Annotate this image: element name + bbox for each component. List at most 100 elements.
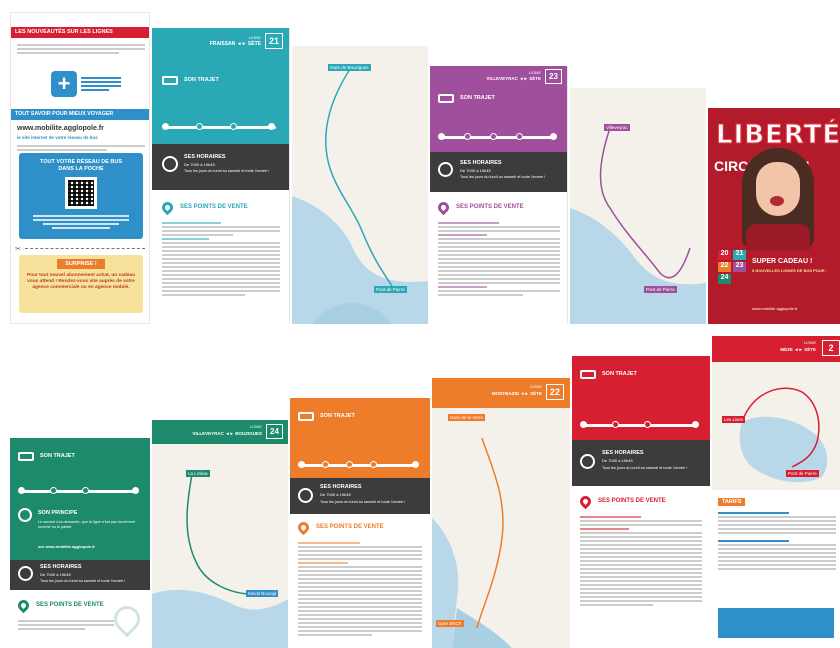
line22-map-start: Gare de la Verre <box>448 414 486 421</box>
line22-horaires-note: Tous les jours du lundi au samedi et tou… <box>320 500 406 504</box>
line22-panel: SON TRAJET SES HORAIRES De 7h30 à 19h45 … <box>290 398 430 648</box>
line22-points-list <box>298 540 422 638</box>
clock-icon <box>18 566 33 581</box>
line20-stop-1 <box>580 421 587 428</box>
surprise-text: Pour tout nouvel abonnement achat, un ca… <box>26 273 136 290</box>
bus-icon <box>18 452 34 461</box>
line20-route-line <box>582 424 698 427</box>
news-title-bar: LES NOUVEAUTÉS SUR LES LIGNES <box>11 27 149 38</box>
line24-map-end: Mirval Bouzigl <box>246 590 279 597</box>
promo-poster: LIBERTÉ CIRCULATION 20 21 22 23 24 SUPER… <box>708 108 840 324</box>
line20-label: LIGNE <box>803 340 816 345</box>
line24-header: LIGNE VILLEVEYRAC ◄► BOUZIGUES 24 <box>152 420 288 444</box>
info-title-bar: TOUT SAVOIR POUR MIEUX VOYAGER <box>11 109 149 120</box>
line24-map: La Lizàna Mirval Bouzigl <box>152 444 288 648</box>
line23-panel: LIGNE VILLEVEYRAC ◄► SÈTE 23 SON TRAJET … <box>430 66 568 324</box>
line23-header: LIGNE VILLEVEYRAC ◄► SÈTE 23 <box>430 66 567 88</box>
bus-icon <box>162 76 178 85</box>
bus-icon <box>580 370 596 379</box>
line24-principe-title: SON PRINCIPE <box>38 510 78 516</box>
plus-icon: + <box>51 71 77 97</box>
line20-header: LIGNE MÈZE ◄► SÈTE 2 <box>712 336 840 362</box>
site-tagline: le site internet de votre réseau de bus <box>17 135 98 140</box>
line24-number: 24 <box>266 424 283 439</box>
cut-line <box>25 248 145 249</box>
line20-map-start: Les Lises <box>722 416 746 423</box>
bus-icon <box>438 94 454 103</box>
line20-map-panel: LIGNE MÈZE ◄► SÈTE 2 Les Lises Pont de P… <box>712 336 840 648</box>
poster-gift: SUPER CADEAU ! <box>752 258 813 265</box>
line-badge: 22 <box>718 262 731 272</box>
line22-horaires-title: SES HORAIRES <box>320 484 362 490</box>
poster-title: LIBERTÉ <box>715 120 840 151</box>
line20-hours-box: SES HORAIRES De 7h30 à 19h45 Tous les jo… <box>572 440 710 486</box>
info-icon <box>18 508 32 522</box>
line23-trajet-title: SON TRAJET <box>460 95 495 101</box>
line22-map-panel: LIGNE MONTBAZIN ◄► SÈTE 22 Gare de la Ve… <box>432 378 570 648</box>
line20-number: 2 <box>822 340 840 356</box>
line22-points-title: SES POINTS DE VENTE <box>316 524 384 530</box>
clock-icon <box>580 454 595 469</box>
line24-route-box: SON TRAJET <box>10 438 150 502</box>
brochure-spread: LES NOUVEAUTÉS SUR LES LIGNES + TOUT SAV… <box>0 0 840 648</box>
line20-stop-3 <box>644 421 651 428</box>
line20-tarifs-list <box>718 510 836 572</box>
line22-route: MONTBAZIN ◄► SÈTE <box>491 391 542 396</box>
line23-route-box: SON TRAJET <box>430 88 567 152</box>
line22-stop-2 <box>322 461 329 468</box>
line24-stop-2 <box>50 487 57 494</box>
pin-icon <box>15 597 32 614</box>
line21-trajet-title: SON TRAJET <box>184 77 219 83</box>
line22-stop-3 <box>346 461 353 468</box>
line23-stop-5 <box>550 133 557 140</box>
line24-trajet-title: SON TRAJET <box>40 453 75 459</box>
line20-trajet-title: SON TRAJET <box>602 371 637 377</box>
line23-stop-1 <box>438 133 445 140</box>
line-badge: 24 <box>718 274 731 284</box>
poster-person <box>742 148 814 250</box>
line20-horaires-title: SES HORAIRES <box>602 450 644 456</box>
plus-text <box>81 75 121 93</box>
line20-footer-box <box>718 608 834 638</box>
line23-label: LIGNE <box>528 70 541 75</box>
line22-stop-5 <box>412 461 419 468</box>
line24-stop-1 <box>18 487 25 494</box>
line24-stop-3 <box>82 487 89 494</box>
clock-icon <box>162 156 178 172</box>
line22-number: 22 <box>546 384 564 400</box>
line21-horaires-title: SES HORAIRES <box>184 154 226 160</box>
line24-points-list <box>18 618 114 632</box>
clock-icon <box>438 162 453 177</box>
pocket-text <box>33 213 129 231</box>
line20-tarifs-title: TARIFS <box>718 498 746 506</box>
line24-label: LIGNE <box>249 424 262 429</box>
line21-header: LIGNE FRAISSAN ◄► SÈTE 21 <box>152 28 289 64</box>
news-text-block <box>17 42 145 56</box>
line20-points-list <box>580 514 702 608</box>
line21-route: FRAISSAN ◄► SÈTE <box>209 41 261 47</box>
line-badge: 20 <box>718 250 731 260</box>
pin-icon <box>295 519 312 536</box>
line22-header: LIGNE MONTBAZIN ◄► SÈTE 22 <box>432 378 570 408</box>
qr-code-icon <box>65 177 97 209</box>
line23-route: VILLEVEYRAC ◄► SÈTE <box>486 76 541 81</box>
line22-stop-1 <box>298 461 305 468</box>
info-panel: LES NOUVEAUTÉS SUR LES LIGNES + TOUT SAV… <box>10 12 150 324</box>
line24-points-title: SES POINTS DE VENTE <box>36 602 104 608</box>
line24-principe-url: sur www.mobilite.agglopole.fr <box>38 544 95 549</box>
poster-lines: 20 21 22 23 24 <box>718 250 748 284</box>
scissors-icon: ✂ <box>15 246 21 253</box>
line20-map: Les Lises Pont de Pierre <box>712 362 840 490</box>
line23-points-list <box>438 220 560 298</box>
line23-stop-2 <box>464 133 471 140</box>
surprise-title: SURPRISE ! <box>57 259 105 269</box>
line21-route-box: SON TRAJET <box>152 64 289 144</box>
line24-route: VILLEVEYRAC ◄► BOUZIGUES <box>192 431 262 436</box>
line24-panel: SON TRAJET SON PRINCIPE Le service à la … <box>10 438 150 648</box>
line23-map-start: Villeveyrac <box>604 124 630 131</box>
line20-points-title: SES POINTS DE VENTE <box>598 498 666 504</box>
line20-route: MÈZE ◄► SÈTE <box>780 347 816 352</box>
clock-icon <box>298 488 313 503</box>
pin-watermark-icon <box>108 600 146 638</box>
line22-map: Gare de la Verre Gare SNCF <box>432 408 570 648</box>
